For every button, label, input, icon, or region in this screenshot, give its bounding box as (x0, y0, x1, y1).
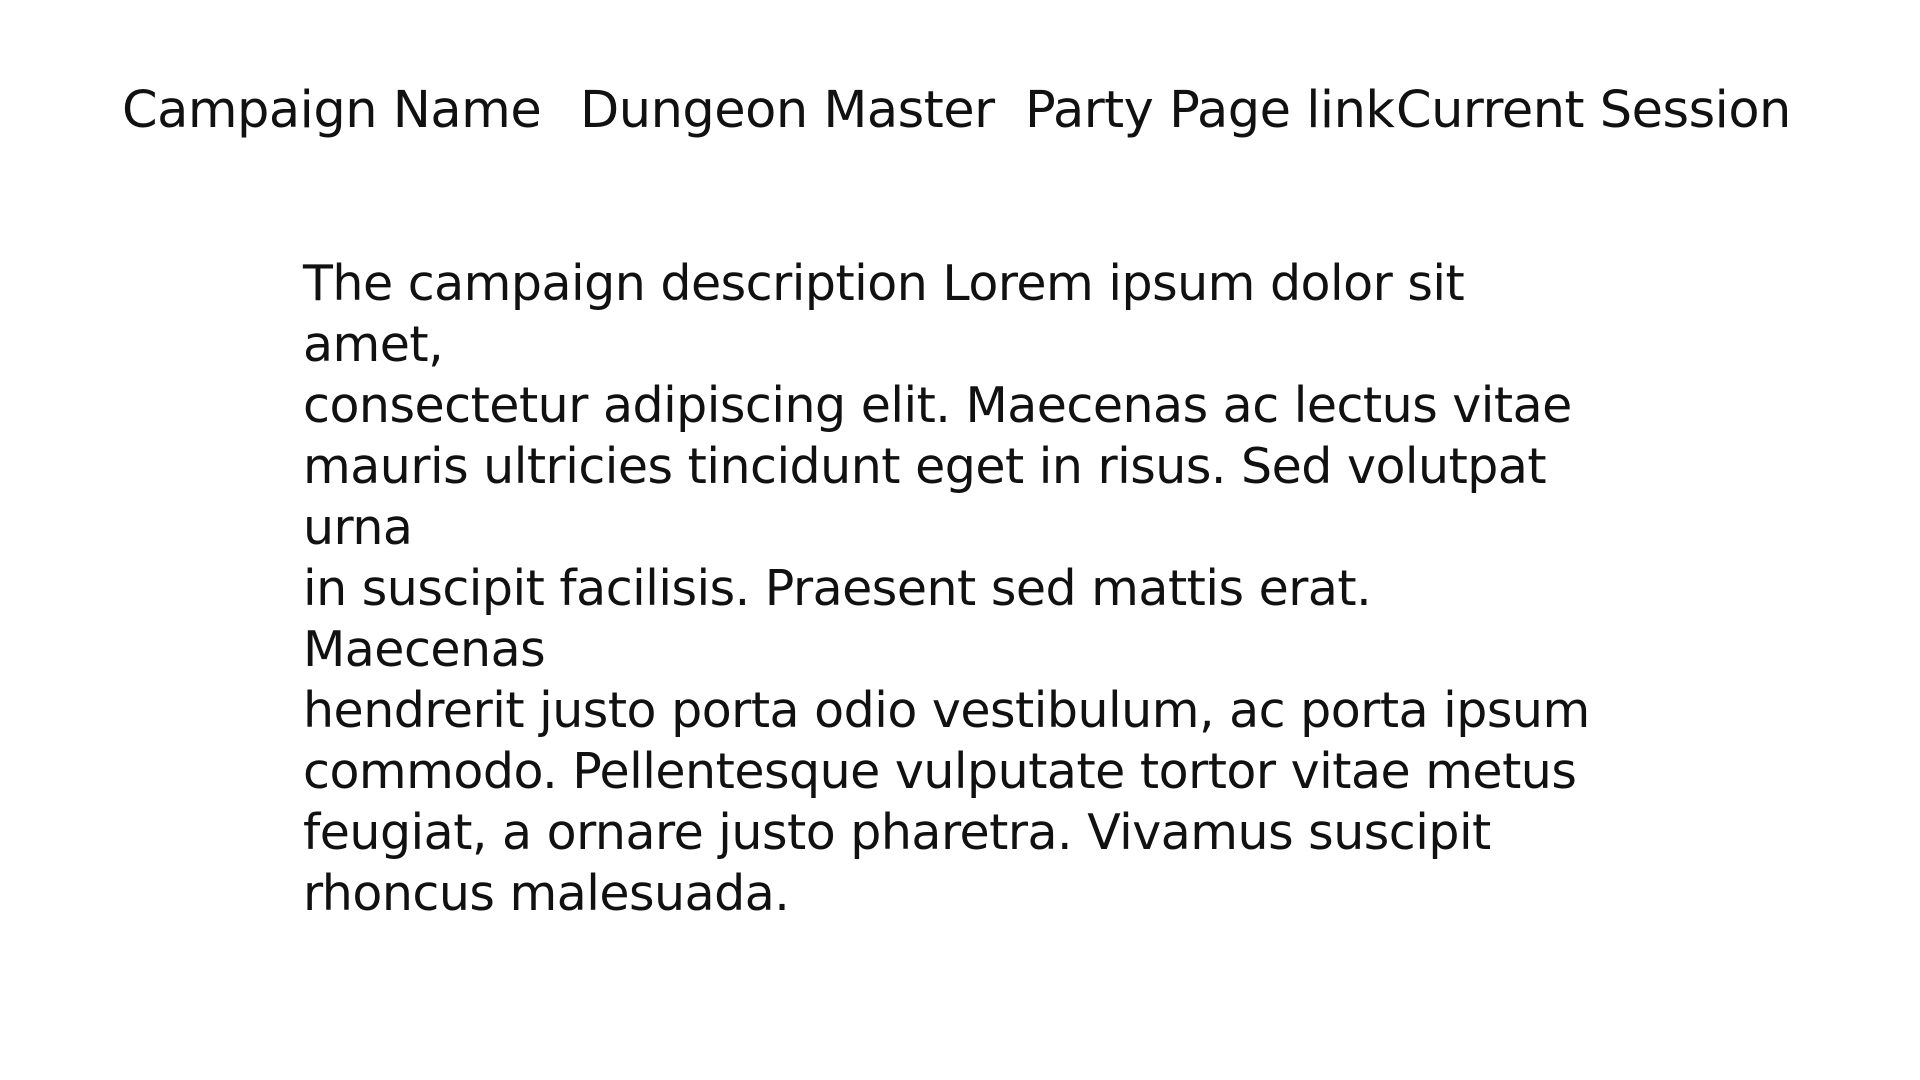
dungeon-master: Dungeon Master (580, 81, 995, 140)
campaign-name: Campaign Name (122, 81, 542, 140)
party-page-link[interactable]: Party Page link (1025, 78, 1395, 144)
campaign-header: Campaign Name Dungeon Master Party Page … (0, 0, 1920, 200)
description-line: consectetur adipiscing elit. Maecenas ac… (303, 377, 1572, 434)
description-line: feugiat, a ornare justo pharetra. Vivamu… (303, 804, 1491, 861)
description-line: rhoncus malesuada. (303, 865, 790, 922)
description-line: commodo. Pellentesque vulputate tortor v… (303, 743, 1577, 800)
description-line: hendrerit justo porta odio vestibulum, a… (303, 682, 1590, 739)
description-line: in suscipit facilisis. Praesent sed matt… (303, 560, 1372, 678)
current-session: Current Session (1396, 81, 1791, 140)
description-line: mauris ultricies tincidunt eget in risus… (303, 438, 1547, 556)
campaign-description: The campaign description Lorem ipsum dol… (303, 253, 1603, 924)
description-line: The campaign description Lorem ipsum dol… (303, 255, 1465, 373)
